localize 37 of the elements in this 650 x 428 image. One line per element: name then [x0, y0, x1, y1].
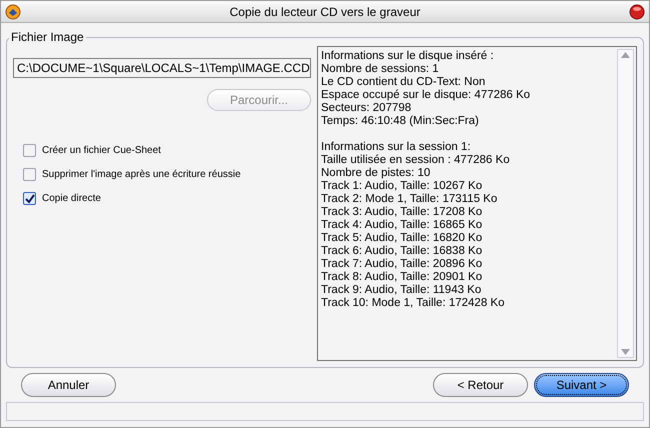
path-field[interactable]: C:\DOCUME~1\Square\LOCALS~1\Temp\IMAGE.CCD: [13, 58, 311, 78]
dialog-button[interactable]: Annuler: [21, 373, 116, 397]
checkbox-label: Copie directe: [42, 192, 101, 206]
checkbox-label: Supprimer l'image après une écriture réussie: [42, 168, 241, 182]
info-line: Track 2: Mode 1, Taille: 173115 Ko: [321, 193, 498, 206]
scrollbar[interactable]: [617, 49, 634, 358]
info-line: Informations sur le disque inséré :: [321, 50, 495, 63]
checkbox-label: Créer un fichier Cue-Sheet: [42, 144, 161, 158]
app-icon: [5, 4, 21, 20]
info-line: Track 8: Audio, Taille: 20901 Ko: [321, 271, 484, 284]
dialog-button[interactable]: < Retour: [433, 373, 528, 397]
info-line: Nombre de pistes: 10: [321, 167, 432, 180]
checkbox[interactable]: [23, 144, 36, 157]
info-line: Temps: 46:10:48 (Min:Sec:Fra): [321, 115, 480, 128]
info-line: Espace occupé sur le disque: 477286 Ko: [321, 89, 532, 102]
group-label: Fichier Image: [10, 29, 85, 46]
info-line: Secteurs: 207798: [321, 102, 412, 115]
info-line: Le CD contient du CD-Text: Non: [321, 76, 486, 89]
info-line: Track 3: Audio, Taille: 17208 Ko: [321, 206, 484, 219]
check-icon: [24, 194, 34, 204]
checkbox[interactable]: [23, 192, 36, 205]
checkbox[interactable]: [23, 168, 36, 181]
close-icon[interactable]: [629, 4, 645, 20]
info-line: Track 10: Mode 1, Taille: 172428 Ko: [321, 297, 506, 310]
dialog-button[interactable]: Suivant >: [534, 373, 629, 397]
info-line: Taille utilisée en session : 477286 Ko: [321, 154, 511, 167]
info-line: Informations sur la session 1:: [321, 141, 472, 154]
info-line: Track 6: Audio, Taille: 16838 Ko: [321, 245, 484, 258]
scroll-down-icon[interactable]: [621, 349, 630, 355]
info-line: Track 1: Audio, Taille: 10267 Ko: [321, 180, 484, 193]
window-title: Copie du lecteur CD vers le graveur: [228, 4, 422, 20]
info-line: Track 7: Audio, Taille: 20896 Ko: [321, 258, 484, 271]
info-line: Nombre de sessions: 1: [321, 63, 440, 76]
info-line: Track 4: Audio, Taille: 16865 Ko: [321, 219, 484, 232]
scroll-up-icon[interactable]: [621, 52, 630, 58]
info-line: Track 5: Audio, Taille: 16820 Ko: [321, 232, 484, 245]
info-line: Track 9: Audio, Taille: 11943 Ko: [321, 284, 482, 297]
